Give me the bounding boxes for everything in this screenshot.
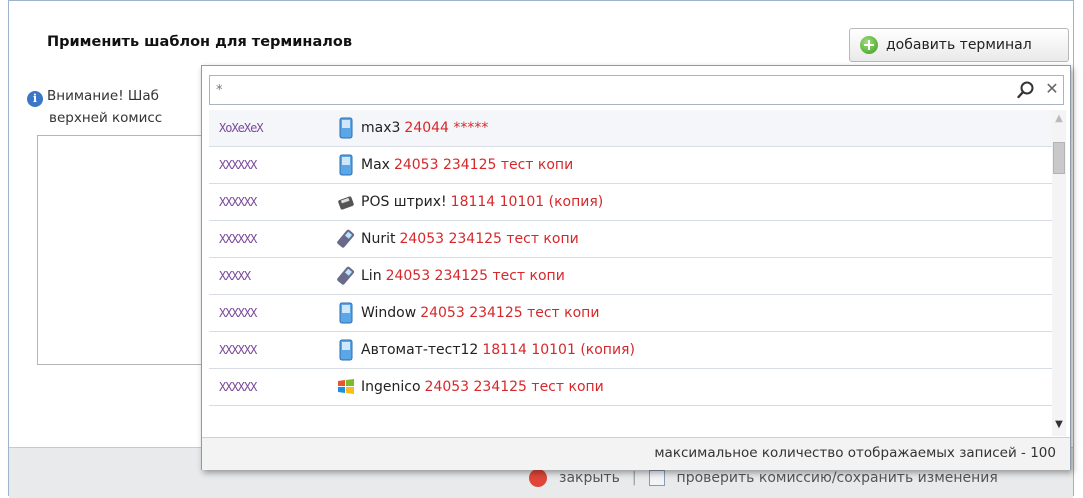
terminal-list: XoXeXeX max3 24044 ***** XXXXXX Max 24053 234… [209,110,1052,436]
terminal-detail: 24053 234125 тест копи [393,157,574,173]
terminal-list-item[interactable]: XXXXXX POS штрих! 18114 10101 (копия) [209,184,1052,221]
add-terminal-label: добавить терминал [886,37,1032,53]
terminal-name: Window [361,305,417,321]
scroll-thumb[interactable] [1053,142,1065,174]
footer-actions: закрыть | проверить комиссию/сохранить и… [529,469,998,487]
terminal-code: XXXXX [219,269,251,283]
terminal-name: Nurit [361,231,396,247]
terminal-list-item[interactable]: XXXXXX Ingenico 24053 234125 тест копи [209,369,1052,406]
close-icon[interactable] [529,469,547,487]
clear-icon[interactable]: ✕ [1042,78,1062,100]
terminal-search-input[interactable] [209,75,1064,105]
info-icon: i [27,91,43,107]
dropdown-footer: максимальное количество отображаемых зап… [202,437,1070,470]
terminal-name: Ingenico [361,379,421,395]
pos-terminal-icon [335,191,357,213]
mobile-terminal-icon [335,302,357,324]
close-button[interactable]: закрыть [559,470,620,486]
terminal-detail: 18114 10101 (копия) [482,342,635,358]
terminal-detail: 18114 10101 (копия) [450,194,604,210]
notice-line2: верхней комисс [49,110,163,126]
notice-line1: Внимание! Шаб [47,88,159,104]
terminal-list-item[interactable]: XXXXX Lin 24053 234125 тест копи [209,258,1052,295]
terminal-code: XXXXXX [219,195,257,209]
terminal-detail: 24044 ***** [404,120,489,136]
terminal-dropdown: ✕ XoXeXeXmax324044 *****XXXXXXMax24053 2… [201,65,1071,470]
notice: i Внимание! Шаб верхней комисс [27,85,227,129]
windows-logo-icon [335,376,357,398]
terminals-textarea[interactable] [37,135,227,365]
terminal-list-item[interactable]: XXXXXX Window 24053 234125 тест копи [209,295,1052,332]
terminal-code: XXXXXX [219,380,257,394]
terminal-list-item[interactable]: XXXXXX Автомат-тест12 18114 10101 (копия) [209,332,1052,369]
scroll-down-icon[interactable]: ▼ [1052,418,1066,432]
terminal-list-item[interactable]: XoXeXeX max3 24044 ***** [209,110,1052,147]
mobile-terminal-icon [335,154,357,176]
card-reader-icon [335,228,357,250]
scroll-up-icon[interactable]: ▲ [1052,112,1066,126]
max-records-note: максимальное количество отображаемых зап… [654,445,1056,461]
terminal-detail: 24053 234125 тест копи [420,305,600,321]
terminal-detail: 24053 234125 тест копи [399,231,579,247]
terminal-name: Автомат-тест12 [361,342,479,358]
save-icon[interactable] [648,470,665,486]
dialog-title: Применить шаблон для терминалов [47,34,352,50]
terminal-name: POS штрих! [361,194,447,210]
terminal-name: Lin [361,268,382,284]
terminal-code: XXXXXX [219,306,257,320]
add-icon [860,36,878,54]
terminal-code: XXXXXX [219,232,257,246]
card-reader-icon [335,265,357,287]
mobile-terminal-icon [335,339,357,361]
terminal-detail: 24053 234125 тест копи [424,379,604,395]
mobile-terminal-icon [335,117,357,139]
separator: | [631,470,637,486]
save-button[interactable]: проверить комиссию/сохранить изменения [677,470,998,486]
terminal-detail: 24053 234125 тест копи [385,268,565,284]
search-icon[interactable] [1016,80,1036,100]
terminal-code: XoXeXeX [219,121,264,135]
scrollbar[interactable]: ▲ ▼ [1052,110,1066,436]
terminal-name: max3 [361,120,401,136]
terminal-list-item[interactable]: XXXXXX Nurit 24053 234125 тест копи [209,221,1052,258]
terminal-list-item[interactable]: XXXXXX Max 24053 234125 тест копи [209,147,1052,184]
terminal-code: XXXXXX [219,343,257,357]
terminal-code: XXXXXX [219,158,257,172]
terminal-name: Max [361,157,390,173]
add-terminal-button[interactable]: добавить терминал [849,28,1069,62]
